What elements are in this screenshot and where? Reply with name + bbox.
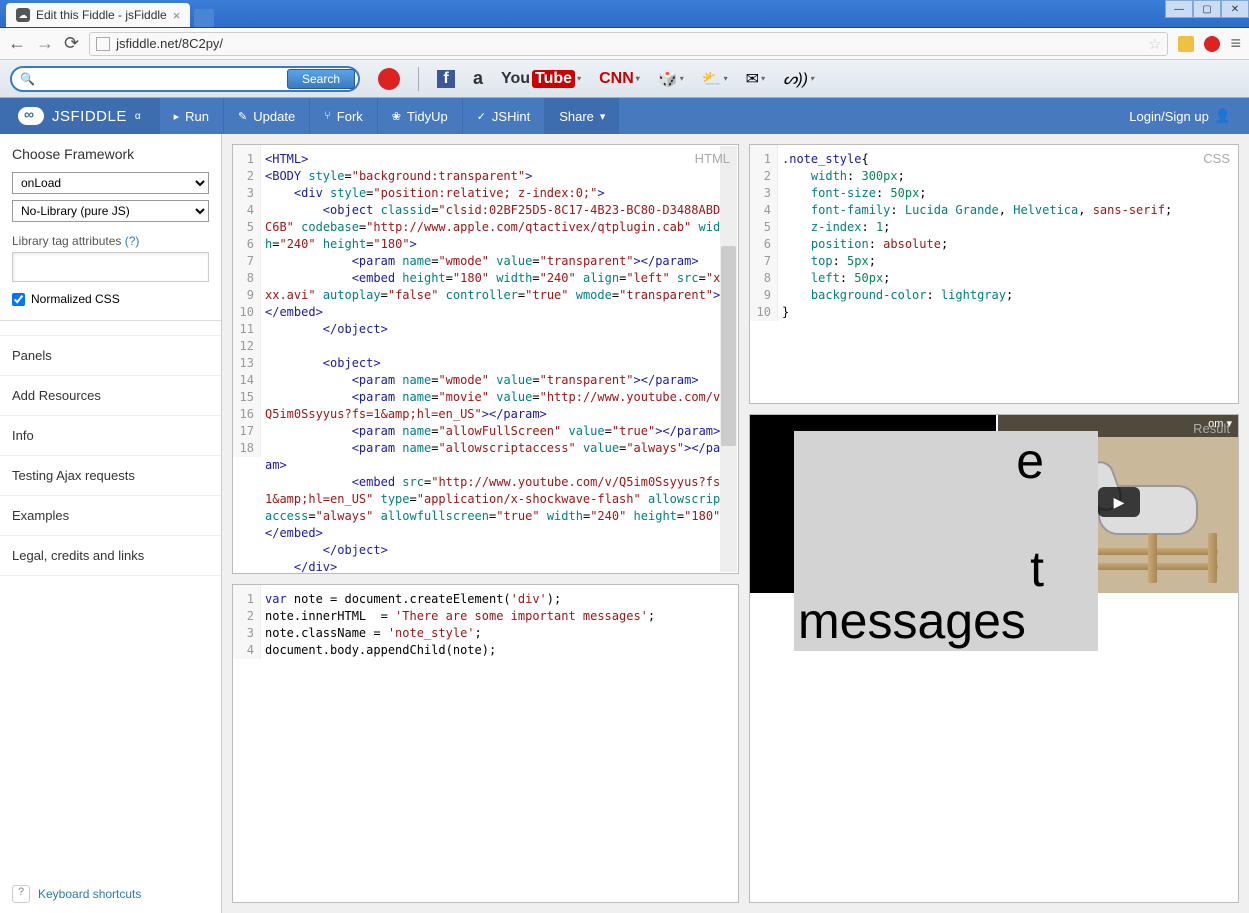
brand-text: JSFIDDLE (52, 108, 127, 125)
onload-select[interactable]: onLoad (12, 172, 209, 194)
sidebar-item-info[interactable]: Info (0, 416, 221, 456)
chevron-down-icon: ▾ (600, 110, 606, 123)
browser-tab[interactable]: ☁ Edit this Fiddle - jsFiddle × (6, 3, 190, 27)
pencil-icon: ✎ (238, 110, 247, 123)
html-editor[interactable]: <HTML> <BODY style="background:transpare… (261, 145, 738, 573)
youtube-icon[interactable]: YouTube▾ (501, 70, 581, 88)
help-button[interactable]: ? (12, 885, 30, 903)
sidebar-item-testing[interactable]: Testing Ajax requests (0, 456, 221, 496)
minimize-button[interactable]: — (1165, 0, 1193, 18)
close-tab-icon[interactable]: × (173, 8, 181, 23)
youtube-play-icon[interactable]: ▶ (1098, 487, 1140, 517)
sidebar-title: Choose Framework (12, 146, 209, 162)
facebook-icon[interactable]: f (437, 70, 455, 88)
ask-toolbar: 🔍 Search f a YouTube▾ CNN▾ 🎲▾ ⛅▾ ✉▾ ᔕ))▾ (0, 60, 1249, 98)
normalized-css-checkbox[interactable]: Normalized CSS (12, 292, 209, 306)
browser-titlebar: ☁ Edit this Fiddle - jsFiddle × — ▢ ✕ (0, 0, 1249, 28)
url-text: jsfiddle.net/8C2py/ (116, 36, 1142, 51)
tidyup-button[interactable]: ❀TidyUp (377, 98, 462, 134)
jsfiddle-logo[interactable]: JSFIDDLE α (0, 98, 159, 134)
check-icon: ✓ (477, 110, 486, 123)
sidebar-item-examples[interactable]: Examples (0, 496, 221, 536)
css-label: CSS (1203, 151, 1230, 166)
sidebar-item-panels[interactable]: Panels (0, 335, 221, 376)
mail-icon[interactable]: ✉▾ (746, 69, 765, 89)
run-button[interactable]: ▸Run (159, 98, 223, 134)
forward-button[interactable]: → (36, 33, 54, 54)
toolbar-search-input[interactable] (35, 72, 287, 86)
scroll-thumb[interactable] (721, 246, 736, 446)
login-signup-button[interactable]: Login/Sign up👤 (1111, 98, 1249, 134)
extension-icon[interactable] (1178, 36, 1194, 52)
ask-extension-icon[interactable] (1204, 36, 1220, 52)
library-attrs-label: Library tag attributes (?) (12, 234, 209, 248)
css-editor[interactable]: .note_style{ width: 300px; font-size: 50… (778, 145, 1238, 403)
html-gutter: 1 2 3 4 5 6 7 8 9 10 11 12 13 14 15 16 1… (233, 145, 261, 457)
address-bar: ← → ⟳ jsfiddle.net/8C2py/ ☆ ≡ (0, 28, 1249, 60)
search-icon: 🔍 (20, 72, 35, 86)
tab-title: Edit this Fiddle - jsFiddle (36, 8, 167, 22)
fork-button[interactable]: ⑂Fork (309, 98, 377, 134)
result-content: om ▾ ▶ e (750, 415, 1238, 902)
css-panel[interactable]: CSS 1 2 3 4 5 6 7 8 9 10 .note_style{ wi… (749, 144, 1239, 404)
weather-icon[interactable]: ⛅▾ (702, 69, 728, 89)
js-editor[interactable]: var note = document.createElement('div')… (261, 585, 738, 902)
sidebar-item-legal[interactable]: Legal, credits and links (0, 536, 221, 576)
help-icon[interactable]: (?) (125, 234, 140, 248)
js-gutter: 1 2 3 4 (233, 585, 261, 659)
separator (418, 67, 419, 91)
result-label: Result (1193, 421, 1230, 436)
library-attrs-input[interactable] (12, 252, 209, 282)
page-icon (96, 37, 110, 51)
new-tab-button[interactable] (194, 9, 214, 27)
play-icon: ▸ (174, 110, 180, 123)
snail-icon[interactable]: ᔕ))▾ (783, 69, 814, 89)
bookmark-icon[interactable]: ☆ (1148, 35, 1161, 53)
reload-button[interactable]: ⟳ (64, 33, 79, 54)
chrome-menu-button[interactable]: ≡ (1230, 33, 1241, 54)
js-panel[interactable]: 1 2 3 4 var note = document.createElemen… (232, 584, 739, 903)
library-select[interactable]: No-Library (pure JS) (12, 200, 209, 222)
share-button[interactable]: Share ▾ (544, 98, 619, 134)
cnn-icon[interactable]: CNN▾ (599, 70, 640, 88)
back-button[interactable]: ← (8, 33, 26, 54)
user-icon: 👤 (1215, 108, 1231, 124)
cloud-icon: ☁ (16, 8, 30, 22)
toolbar-search-button[interactable]: Search (287, 69, 355, 89)
separator (0, 320, 221, 321)
html-label: HTML (695, 151, 730, 166)
jsfiddle-header: JSFIDDLE α ▸Run ✎Update ⑂Fork ❀TidyUp ✓J… (0, 98, 1249, 134)
editor-grid: HTML 1 2 3 4 5 6 7 8 9 10 11 12 13 14 15… (222, 134, 1249, 913)
ask-icon[interactable] (378, 68, 400, 90)
html-panel[interactable]: HTML 1 2 3 4 5 6 7 8 9 10 11 12 13 14 15… (232, 144, 739, 574)
jshint-button[interactable]: ✓JSHint (462, 98, 545, 134)
amazon-icon[interactable]: a (473, 68, 483, 89)
fork-icon: ⑂ (324, 110, 331, 122)
sidebar-item-resources[interactable]: Add Resources (0, 376, 221, 416)
result-panel: Result om ▾ ▶ (749, 414, 1239, 903)
sidebar: Choose Framework onLoad No-Library (pure… (0, 134, 222, 913)
url-input[interactable]: jsfiddle.net/8C2py/ ☆ (89, 32, 1168, 56)
leaf-icon: ❀ (392, 110, 401, 123)
toolbar-search[interactable]: 🔍 Search (10, 66, 360, 92)
css-gutter: 1 2 3 4 5 6 7 8 9 10 (750, 145, 778, 321)
keyboard-shortcuts-link[interactable]: Keyboard shortcuts (38, 887, 141, 901)
alpha-badge: α (135, 111, 141, 122)
message-overlay: e t messages (794, 431, 1098, 651)
close-window-button[interactable]: ✕ (1221, 0, 1249, 18)
maximize-button[interactable]: ▢ (1193, 0, 1221, 18)
scrollbar[interactable] (720, 146, 737, 572)
dice-icon[interactable]: 🎲▾ (658, 69, 684, 89)
update-button[interactable]: ✎Update (223, 98, 309, 134)
cloud-logo-icon (18, 107, 44, 125)
